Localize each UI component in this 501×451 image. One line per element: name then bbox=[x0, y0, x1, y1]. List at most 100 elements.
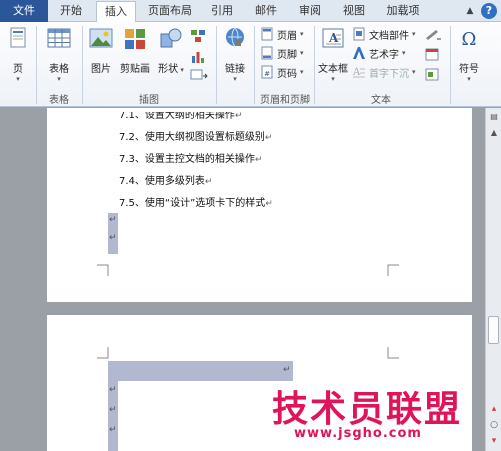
picture-icon bbox=[89, 28, 113, 48]
group-divider bbox=[254, 26, 255, 104]
object-icon[interactable] bbox=[424, 67, 442, 81]
tab-references[interactable]: 引用 bbox=[204, 0, 240, 22]
group-divider bbox=[82, 26, 83, 104]
tab-page-layout[interactable]: 页面布局 bbox=[142, 0, 198, 22]
group-label-tables: 表格 bbox=[49, 95, 69, 106]
screenshot-icon[interactable] bbox=[190, 68, 208, 82]
tab-review[interactable]: 审阅 bbox=[292, 0, 328, 22]
textbox-icon: A bbox=[322, 28, 344, 48]
page-number-button-label: 页码 bbox=[277, 68, 297, 80]
selection-highlight bbox=[108, 361, 293, 381]
textbox-button[interactable]: A 文本框 ▾ bbox=[316, 26, 350, 83]
minimize-ribbon-icon[interactable]: ▲ bbox=[463, 4, 477, 18]
heading-line[interactable]: 7.5、使用“设计”选项卡下的样式↵ bbox=[119, 194, 273, 209]
page-number-icon: # bbox=[261, 65, 273, 79]
footer-button-label: 页脚 bbox=[277, 49, 297, 61]
paragraph-mark: ↵ bbox=[109, 233, 117, 243]
clipart-icon bbox=[125, 29, 145, 49]
heading-text: 7.4、使用多级列表 bbox=[119, 176, 205, 187]
smartart-icon[interactable] bbox=[190, 28, 206, 44]
scroll-up-icon[interactable]: ▲ bbox=[487, 126, 501, 140]
tab-home[interactable]: 开始 bbox=[52, 0, 90, 22]
page-number-button[interactable]: # 页码 ▾ bbox=[260, 63, 304, 81]
svg-text:#: # bbox=[264, 70, 270, 78]
tab-addins[interactable]: 加载项 bbox=[380, 0, 426, 22]
scrollbar-thumb[interactable] bbox=[488, 316, 499, 344]
footer-dropdown-icon: ▾ bbox=[300, 49, 304, 57]
paragraph-mark: ↵ bbox=[109, 215, 117, 225]
ribbon-insert: 页 ▾ 表格 ▾ 表格 图片 剪贴画 形状 ▾ 插图 链接 ▾ 页眉 ▾ 页脚 … bbox=[0, 22, 501, 107]
shapes-button[interactable]: 形状 ▾ bbox=[156, 26, 186, 75]
crop-mark bbox=[97, 347, 109, 359]
heading-text: 7.1、设置大纲的相关操作 bbox=[119, 110, 235, 121]
paragraph-mark: ↵ bbox=[265, 199, 273, 209]
paragraph-mark: ↵ bbox=[264, 133, 273, 143]
table-button[interactable]: 表格 ▾ bbox=[40, 26, 78, 83]
group-label-illustrations: 插图 bbox=[139, 95, 159, 106]
footer-button[interactable]: 页脚 ▾ bbox=[260, 44, 304, 62]
clipart-button[interactable]: 剪贴画 bbox=[118, 26, 152, 75]
heading-line[interactable]: 7.4、使用多级列表↵ bbox=[119, 172, 212, 187]
tab-view[interactable]: 视图 bbox=[336, 0, 372, 22]
header-icon bbox=[261, 27, 273, 41]
group-label-text: 文本 bbox=[371, 95, 391, 106]
signature-line-icon[interactable] bbox=[424, 27, 442, 41]
textbox-dropdown-icon: ▾ bbox=[331, 75, 335, 83]
crop-mark bbox=[97, 264, 109, 276]
link-dropdown-icon: ▾ bbox=[233, 75, 237, 83]
wordart-button[interactable]: 艺术字 ▾ bbox=[352, 44, 406, 62]
wordart-button-label: 艺术字 bbox=[369, 49, 399, 61]
clipart-button-label: 剪贴画 bbox=[120, 64, 150, 75]
header-button[interactable]: 页眉 ▾ bbox=[260, 25, 304, 43]
table-button-label: 表格 bbox=[49, 64, 69, 75]
heading-text: 7.5、使用“设计”选项卡下的样式 bbox=[119, 198, 266, 209]
dropcap-button-label: 首字下沉 bbox=[369, 68, 409, 80]
quickparts-button-label: 文档部件 bbox=[369, 30, 409, 42]
group-label-header-footer: 页眉和页脚 bbox=[260, 95, 310, 106]
textbox-button-label: 文本框 bbox=[318, 64, 348, 75]
header-button-label: 页眉 bbox=[277, 30, 297, 42]
tab-file[interactable]: 文件 bbox=[0, 0, 48, 22]
date-time-icon[interactable] bbox=[424, 47, 442, 61]
picture-button[interactable]: 图片 bbox=[86, 26, 116, 75]
picture-button-label: 图片 bbox=[91, 64, 111, 75]
paragraph-mark: ↵ bbox=[254, 155, 263, 165]
tab-insert[interactable]: 插入 bbox=[96, 1, 136, 23]
svg-text:Ω: Ω bbox=[462, 29, 477, 50]
dropcap-button[interactable]: A 首字下沉 ▾ bbox=[352, 63, 416, 81]
group-divider bbox=[314, 26, 315, 104]
symbol-button[interactable]: Ω 符号 ▾ bbox=[454, 26, 484, 83]
heading-line[interactable]: 7.2、使用大纲视图设置标题级别↵ bbox=[119, 128, 272, 143]
dropcap-dropdown-icon: ▾ bbox=[412, 68, 416, 76]
wordart-icon bbox=[353, 47, 365, 59]
page-button[interactable]: 页 ▾ bbox=[4, 26, 32, 83]
paragraph-mark: ↵ bbox=[204, 177, 213, 187]
dropcap-icon: A bbox=[352, 67, 365, 78]
paragraph-mark: ↵ bbox=[109, 385, 117, 395]
help-icon[interactable]: ? bbox=[481, 3, 497, 19]
page-dropdown-icon: ▾ bbox=[16, 75, 20, 83]
tab-mailings[interactable]: 邮件 bbox=[248, 0, 284, 22]
symbol-dropdown-icon: ▾ bbox=[467, 75, 471, 83]
site-watermark: 技术员联盟 www.jsgho.com bbox=[268, 380, 498, 446]
link-button-label: 链接 bbox=[225, 64, 245, 75]
paragraph-mark: ↵ bbox=[234, 111, 243, 121]
document-page[interactable]: 7.1、设置大纲的相关操作↵ 7.2、使用大纲视图设置标题级别↵ 7.3、设置主… bbox=[47, 108, 472, 302]
page-icon bbox=[10, 27, 26, 48]
quickparts-button[interactable]: 文档部件 ▾ bbox=[352, 25, 416, 43]
paragraph-mark: ↵ bbox=[283, 365, 291, 375]
quickparts-dropdown-icon: ▾ bbox=[412, 30, 416, 38]
heading-line[interactable]: 7.1、设置大纲的相关操作↵ bbox=[119, 110, 243, 121]
table-icon bbox=[47, 28, 71, 48]
paragraph-mark: ↵ bbox=[109, 425, 117, 435]
ruler-toggle-icon[interactable]: ▤ bbox=[487, 110, 501, 124]
link-icon bbox=[226, 27, 244, 47]
heading-text: 7.2、使用大纲视图设置标题级别 bbox=[119, 132, 265, 143]
table-dropdown-icon: ▾ bbox=[57, 75, 61, 83]
paragraph-mark: ↵ bbox=[109, 405, 117, 415]
chart-icon[interactable] bbox=[190, 48, 206, 64]
link-button[interactable]: 链接 ▾ bbox=[220, 26, 250, 83]
page-number-dropdown-icon: ▾ bbox=[300, 68, 304, 76]
symbol-button-label: 符号 bbox=[459, 64, 479, 75]
heading-line[interactable]: 7.3、设置主控文档的相关操作↵ bbox=[119, 150, 262, 165]
